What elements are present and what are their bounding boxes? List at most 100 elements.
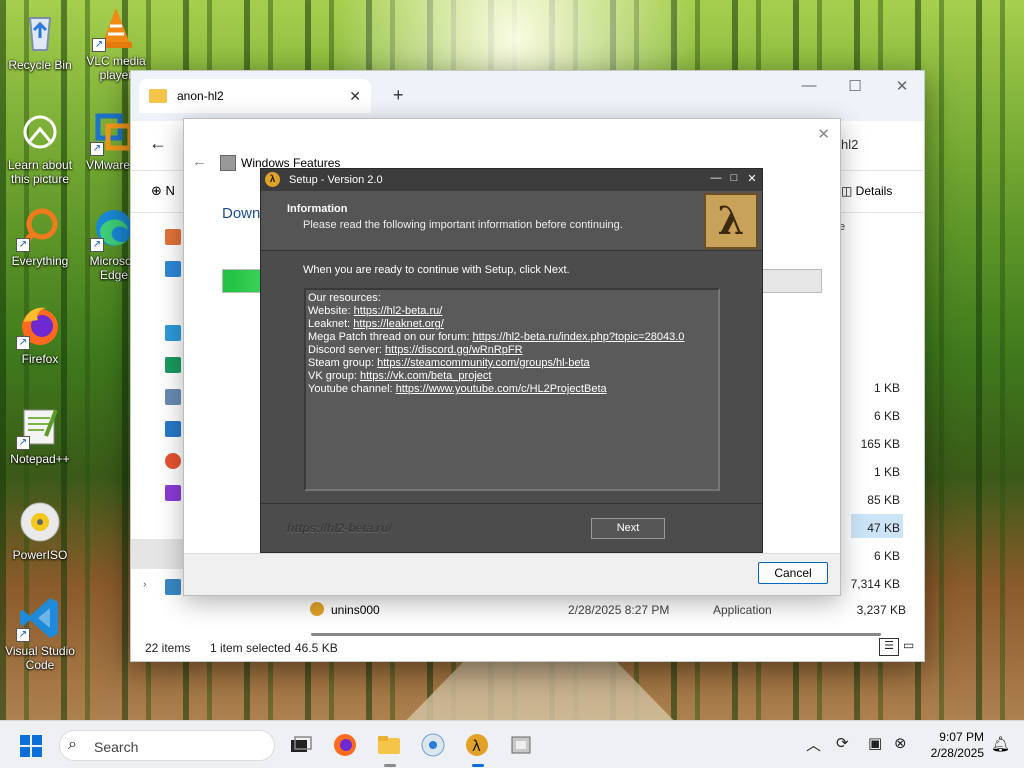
new-tab-button[interactable]: + [393,85,404,106]
network-icon[interactable] [165,579,181,595]
information-memo[interactable]: Our resources: Website: https://hl2-beta… [304,288,720,491]
setup-dialog: λ Setup - Version 2.0 — □ ✕ Information … [260,168,763,553]
memo-line: Website: https://hl2-beta.ru/ [308,305,716,318]
status-bar: 22 items 1 item selected 46.5 KB ☰ ▭ [131,633,924,661]
gallery-icon[interactable] [165,261,181,277]
memo-line: Leaknet: https://leaknet.org/ [308,318,716,331]
videos-icon[interactable] [165,485,181,501]
tiles-view-icon[interactable]: ▭ [903,638,914,652]
desktop-icon-poweriso[interactable]: PowerISO [0,498,80,562]
forum-link[interactable]: https://hl2-beta.ru/index.php?topic=2804… [472,331,684,343]
desktop-icon-notepadpp[interactable]: ↗ Notepad++ [0,402,80,466]
svg-text:λ: λ [472,737,481,755]
shortcut-arrow-icon: ↗ [90,142,104,156]
discord-link[interactable]: https://discord.gg/wRnRpFR [385,344,523,356]
setup-title: Setup - Version 2.0 [289,174,383,186]
desktop-icon-label: Notepad++ [10,452,70,466]
notification-bell-icon[interactable]: 🔔︎ [991,735,1010,753]
file-size: 7,314 KB [850,577,900,591]
learn-icon [16,108,64,156]
shortcut-arrow-icon: ↗ [92,38,106,52]
memo-label: Leaknet: [308,318,354,330]
file-type: Application [713,603,772,617]
maximize-button[interactable]: □ [726,172,742,184]
next-button[interactable]: Next [591,518,665,539]
volume-muted-icon[interactable]: ⊗ [894,734,907,752]
clock-date: 2/28/2025 [930,746,984,760]
close-icon[interactable]: ✕ [817,125,830,143]
poweriso-icon [16,498,64,546]
music-icon[interactable] [165,453,181,469]
taskbar: ⌕ Search λ ︿ ⟳ ▣ ⊗ 9:07 PM 2/28/2025 🔔︎ [0,720,1024,768]
notepadpp-icon: ↗ [16,402,64,450]
vk-link[interactable]: https://vk.com/beta_project [360,370,491,382]
shortcut-arrow-icon: ↗ [90,238,104,252]
leaknet-link[interactable]: https://leaknet.org/ [353,318,444,330]
documents-icon[interactable] [165,389,181,405]
close-tab-icon[interactable]: ✕ [349,88,361,105]
memo-label: Steam group: [308,357,378,369]
clock[interactable]: 9:07 PM 2/28/2025 [931,729,984,761]
shortcut-arrow-icon: ↗ [16,238,30,252]
desktop-icon-label: Everything [11,254,69,268]
start-button[interactable] [20,735,42,757]
close-window-button[interactable]: ✕ [879,77,925,95]
details-button[interactable]: ◫ Details [841,184,892,198]
setup-header: Information Please read the following im… [261,191,762,251]
file-size: 1 KB [873,381,900,395]
memo-line: Discord server: https://discord.gg/wRnRp… [308,344,716,357]
maximize-button[interactable]: ☐ [832,77,878,95]
desktop-icon-everything[interactable]: ↗ Everything [0,204,80,268]
memo-line: Youtube channel: https://www.youtube.com… [308,383,716,396]
downloads-icon[interactable] [165,357,181,373]
minimize-button[interactable]: — [708,172,724,184]
selection-size: 46.5 KB [295,641,338,655]
minimize-button[interactable]: — [786,77,832,94]
cancel-button[interactable]: Cancel [758,562,828,584]
shortcut-arrow-icon: ↗ [16,436,30,450]
desktop-icon-learn[interactable]: Learn about this picture [0,108,80,186]
memo-line: Steam group: https://steamcommunity.com/… [308,357,716,370]
youtube-link[interactable]: https://www.youtube.com/c/HL2ProjectBeta [396,383,607,395]
task-view-icon[interactable] [287,731,315,759]
table-row[interactable]: unins000 2/28/2025 8:27 PM Application 3… [306,601,906,621]
chevron-up-icon[interactable]: ︿ [806,734,821,755]
website-link[interactable]: https://hl2-beta.ru/ [354,305,443,317]
desktop-icon-label: Learn about this picture [7,158,73,186]
everything-icon: ↗ [16,204,64,252]
selection-count: 1 item selected [210,641,291,655]
sync-icon[interactable]: ⟳ [836,734,849,752]
back-arrow-icon[interactable]: ← [149,133,167,154]
file-explorer-icon[interactable] [375,731,403,767]
dialog-heading: Down [222,205,261,222]
search-icon: ⌕ [68,736,77,753]
desktop-icon-vscode[interactable]: ↗ Visual Studio Code [0,594,80,672]
back-arrow-icon[interactable]: ← [192,153,207,170]
expand-chevron-icon[interactable]: › [143,579,146,590]
desktop-icon-firefox[interactable]: ↗ Firefox [0,302,80,366]
desktop-folder-icon[interactable] [165,325,181,341]
firefox-icon[interactable] [331,731,359,759]
taskbar-search[interactable]: ⌕ Search [59,730,275,761]
explorer-tab[interactable]: anon-hl2 ✕ [139,79,371,113]
header-title: Information [287,203,348,215]
home-icon[interactable] [165,229,181,245]
file-size: 47 KB [867,521,900,535]
address-bar-text[interactable]: hl2 [841,137,858,152]
memo-line: Mega Patch thread on our forum: https://… [308,331,716,344]
desktop-icon-label: PowerISO [12,548,68,562]
windows-features-icon [220,155,236,171]
new-button[interactable]: ⊕ N [151,183,175,199]
poweriso-icon[interactable] [419,731,447,759]
network-icon[interactable]: ▣ [868,734,882,752]
file-name: unins000 [331,603,380,617]
footer-divider [261,503,762,504]
details-view-icon[interactable]: ☰ [879,638,899,656]
memo-label: Youtube channel: [308,383,396,395]
steam-link[interactable]: https://steamcommunity.com/groups/hl-bet… [377,357,590,369]
desktop-icon-recycle-bin[interactable]: Recycle Bin [0,8,80,72]
windows-features-icon[interactable] [507,731,535,759]
halflife-setup-icon[interactable]: λ [463,731,491,767]
close-button[interactable]: ✕ [744,172,760,185]
pictures-icon[interactable] [165,421,181,437]
